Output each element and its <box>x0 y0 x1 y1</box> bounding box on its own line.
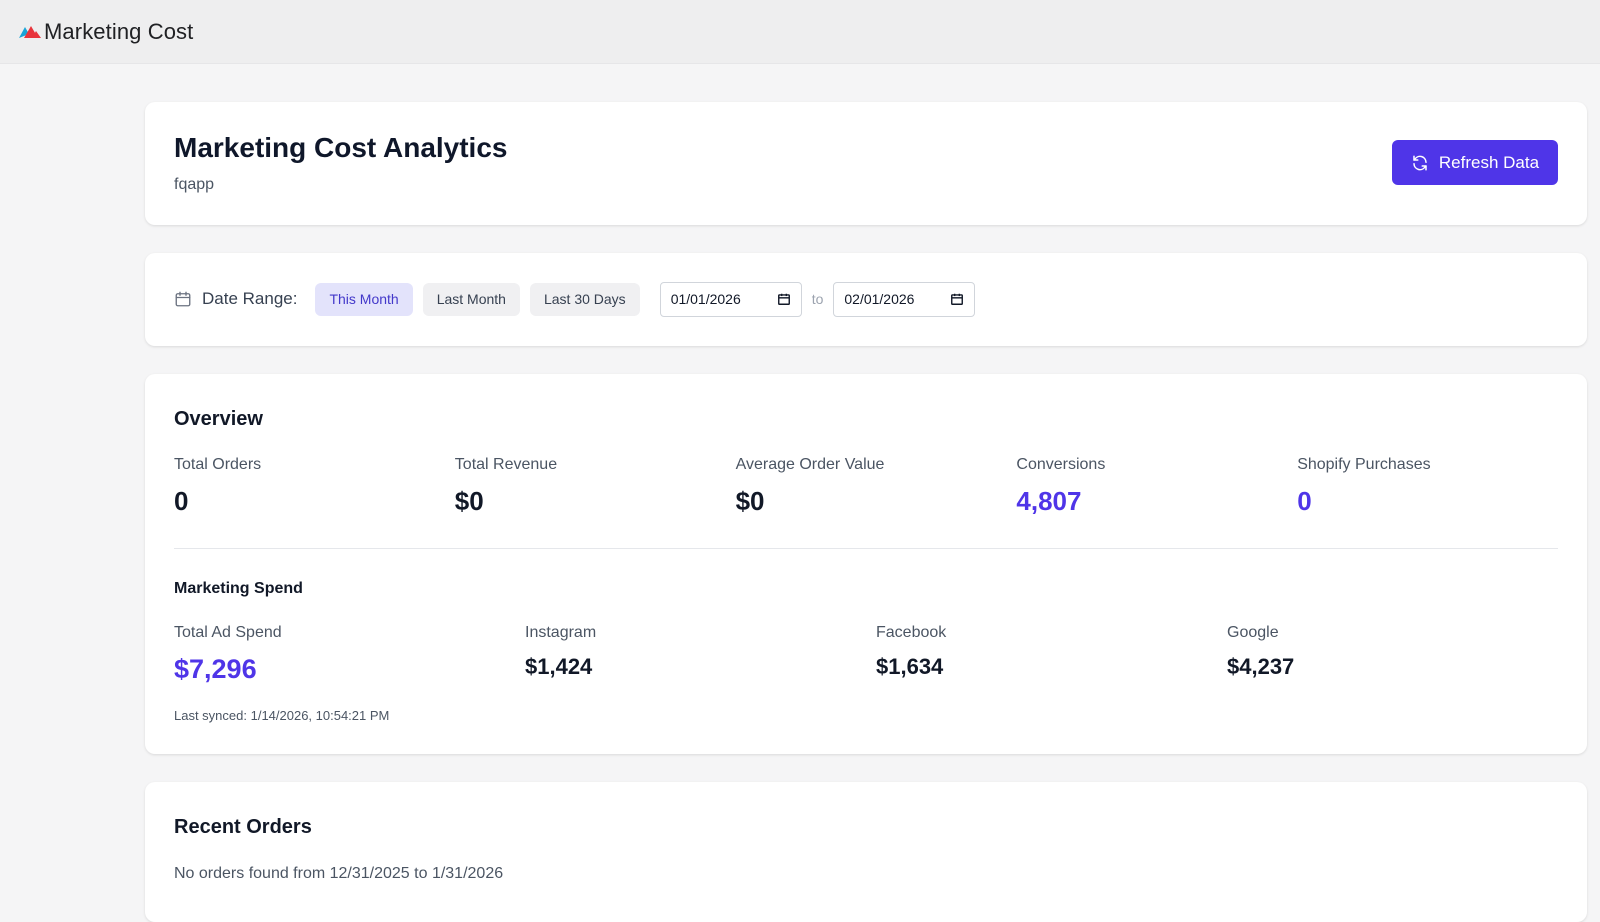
stat-label: Average Order Value <box>735 456 885 473</box>
divider <box>174 548 1558 549</box>
date-range-label: Date Range: <box>202 289 298 308</box>
calendar-picker-icon[interactable] <box>777 292 791 306</box>
preset-last-month-button[interactable]: Last Month <box>422 282 520 316</box>
stat-total-orders: Total Orders 0 <box>174 456 455 517</box>
mountain-logo-icon <box>18 23 42 41</box>
marketing-spend-stats: Total Ad Spend $7,296 Instagram $1,424 F… <box>174 624 1578 685</box>
refresh-data-button[interactable]: Refresh Data <box>1392 140 1558 185</box>
refresh-data-label: Refresh Data <box>1438 152 1540 172</box>
spend-value: $1,424 <box>525 654 593 679</box>
top-bar: Marketing Cost <box>0 0 1600 64</box>
stat-value: 0 <box>1297 486 1312 516</box>
stat-label: Total Orders <box>174 456 262 473</box>
spend-value: $7,296 <box>174 654 257 684</box>
spend-value: $1,634 <box>876 654 944 679</box>
stat-value: 4,807 <box>1016 486 1082 516</box>
overview-title: Overview <box>174 408 263 430</box>
end-date-input[interactable]: 02/01/2026 <box>833 281 976 317</box>
recent-orders-title: Recent Orders <box>174 816 312 838</box>
stat-conversions: Conversions 4,807 <box>1016 456 1297 517</box>
start-date-input[interactable]: 01/01/2026 <box>659 281 802 317</box>
stat-shopify-purchases: Shopify Purchases 0 <box>1297 456 1578 517</box>
overview-card: Overview Total Orders 0 Total Revenue $0… <box>145 374 1587 754</box>
recent-orders-card: Recent Orders No orders found from 12/31… <box>145 782 1587 922</box>
stat-total-revenue: Total Revenue $0 <box>455 456 736 517</box>
spend-label: Instagram <box>525 624 597 641</box>
app-title: Marketing Cost <box>44 18 194 44</box>
header-card: Marketing Cost Analytics fqapp Refresh D… <box>145 102 1587 225</box>
stat-value: 0 <box>174 486 189 516</box>
stat-value: $0 <box>735 486 765 516</box>
spend-value: $4,237 <box>1227 654 1295 679</box>
stat-label: Shopify Purchases <box>1297 456 1431 473</box>
spend-label: Google <box>1227 624 1279 641</box>
overview-stats: Total Orders 0 Total Revenue $0 Average … <box>174 456 1578 517</box>
stat-label: Total Revenue <box>454 456 558 473</box>
stat-label: Conversions <box>1016 456 1106 473</box>
spend-total-ad-spend: Total Ad Spend $7,296 <box>174 624 525 685</box>
spend-label: Total Ad Spend <box>174 624 282 641</box>
spend-instagram: Instagram $1,424 <box>525 624 876 685</box>
preset-last-30-days-button[interactable]: Last 30 Days <box>529 282 640 316</box>
spend-facebook: Facebook $1,634 <box>876 624 1227 685</box>
to-label: to <box>811 291 824 307</box>
start-date-value: 01/01/2026 <box>670 291 741 307</box>
stat-average-order-value: Average Order Value $0 <box>736 456 1017 517</box>
date-range-row: Date Range: This Month Last Month Last 3… <box>174 281 976 317</box>
calendar-picker-icon[interactable] <box>950 292 964 306</box>
marketing-spend-title: Marketing Spend <box>174 580 303 597</box>
stat-value: $0 <box>454 486 484 516</box>
shop-name: fqapp <box>174 176 215 193</box>
page-title: Marketing Cost Analytics <box>174 132 508 163</box>
calendar-icon <box>174 290 192 308</box>
last-synced-text: Last synced: 1/14/2026, 10:54:21 PM <box>174 708 390 723</box>
date-range-card: Date Range: This Month Last Month Last 3… <box>145 253 1587 346</box>
spend-google: Google $4,237 <box>1227 624 1578 685</box>
spend-label: Facebook <box>876 624 947 641</box>
end-date-value: 02/01/2026 <box>844 291 915 307</box>
no-orders-message: No orders found from 12/31/2025 to 1/31/… <box>174 865 504 882</box>
preset-this-month-button[interactable]: This Month <box>315 282 413 316</box>
refresh-icon <box>1411 154 1429 172</box>
